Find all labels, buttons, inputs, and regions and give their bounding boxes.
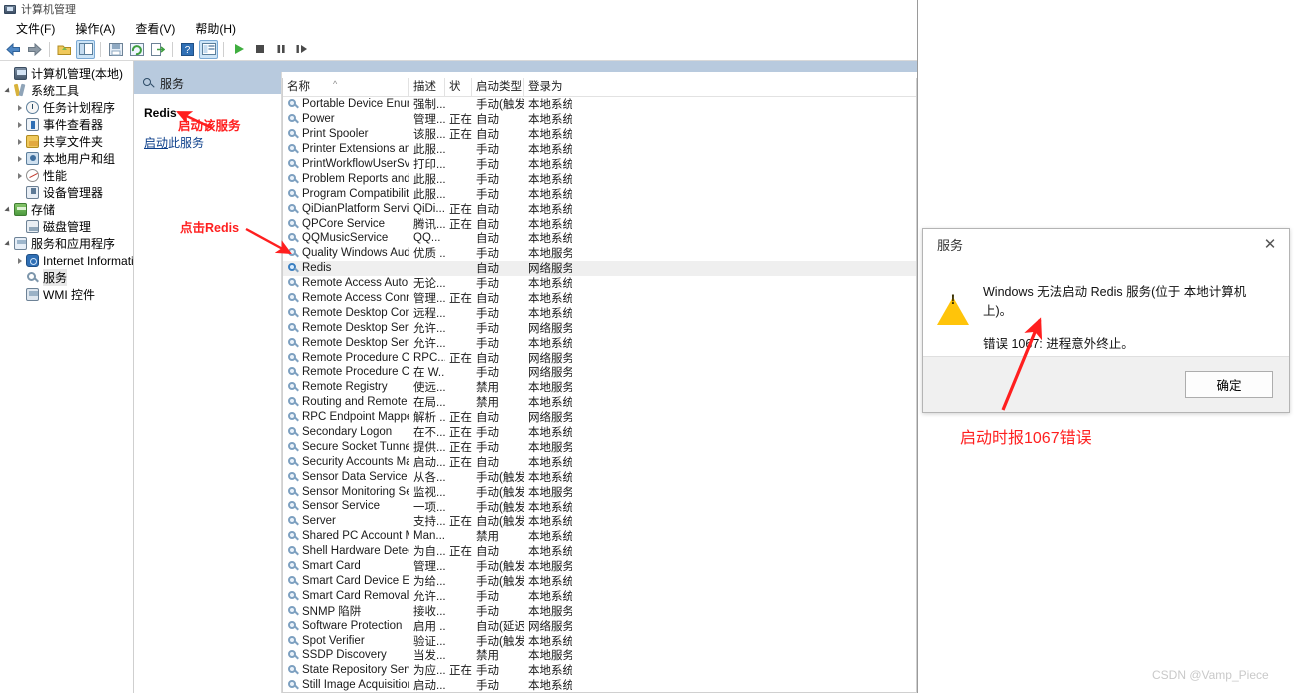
- annotation-error-1067: 启动时报1067错误: [960, 430, 1092, 447]
- annotation-arrow-start-service: [176, 110, 1043, 411]
- annotation-click-redis: 点击Redis: [180, 221, 240, 235]
- watermark: CSDN @Vamp_Piece: [1152, 668, 1269, 682]
- annotation-start-this-service: 启动该服务: [178, 119, 241, 133]
